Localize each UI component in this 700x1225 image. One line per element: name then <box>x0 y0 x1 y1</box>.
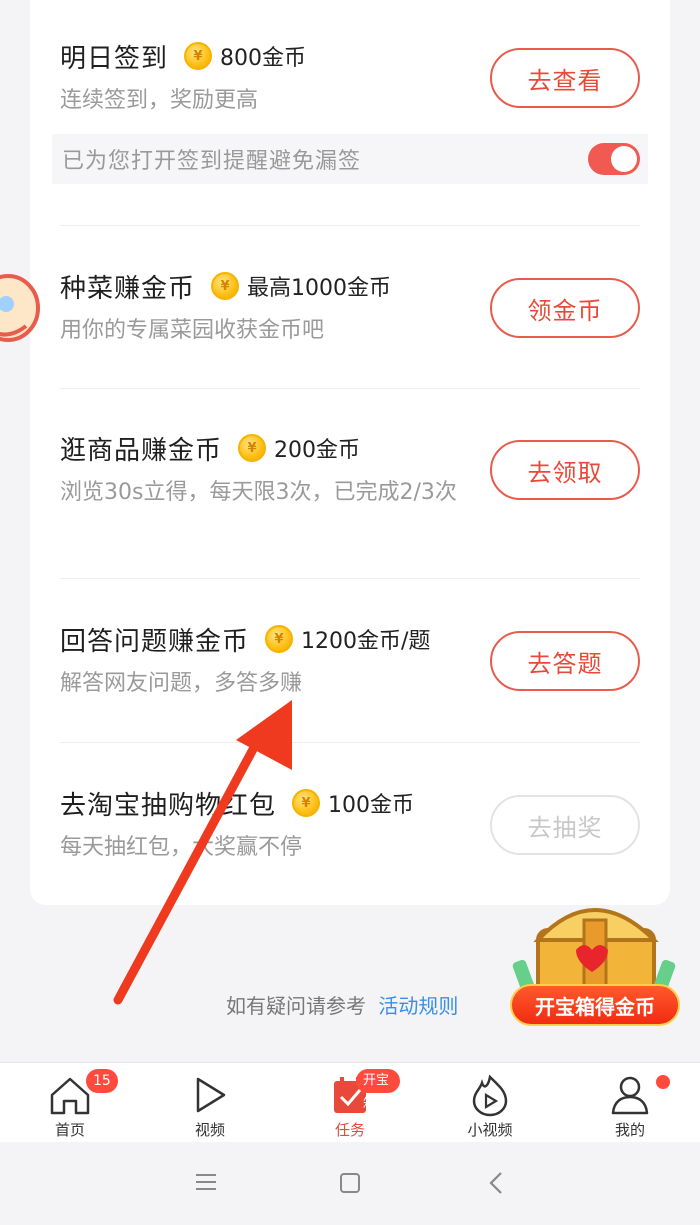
tab-label: 首页 <box>54 1121 85 1139</box>
sign-in-reminder: 已为您打开签到提醒避免漏签 <box>52 134 648 184</box>
task-reward: 1200金币/题 <box>301 629 431 654</box>
task-title: 回答问题赚金币 <box>60 626 250 657</box>
notification-badge: 15 <box>86 1069 118 1093</box>
treasure-label[interactable]: 开宝箱得金币 <box>510 984 680 1026</box>
task-item-farm: 种菜赚金币 ¥ 最高1000金币 用你的专属菜园收获金币吧 领金币 <box>60 266 640 356</box>
back-icon[interactable] <box>486 1170 506 1196</box>
side-mascot-icon[interactable] <box>0 268 40 348</box>
tab-label: 视频 <box>194 1121 225 1139</box>
tab-video[interactable]: 视频 <box>160 1063 260 1143</box>
task-title: 去淘宝抽购物红包 <box>60 790 277 821</box>
faq-text: 如有疑问请参考 <box>226 994 366 1018</box>
collect-button[interactable]: 去领取 <box>490 440 640 500</box>
divider <box>60 742 640 743</box>
task-reward: 100金币 <box>328 793 415 818</box>
task-item-browse: 逛商品赚金币 ¥ 200金币 浏览30s立得，每天限3次，已完成2/3次 去领取 <box>60 428 640 548</box>
task-title: 逛商品赚金币 <box>60 435 223 466</box>
lottery-button[interactable]: 去抽奖 <box>490 795 640 855</box>
task-item-answer: 回答问题赚金币 ¥ 1200金币/题 解答网友问题，多答多赚 去答题 <box>60 619 640 709</box>
task-desc: 浏览30s立得，每天限3次，已完成2/3次 <box>60 480 457 505</box>
task-reward: 200金币 <box>274 438 361 463</box>
task-item-lottery: 去淘宝抽购物红包 ¥ 100金币 每天抽红包，大奖赢不停 去抽奖 <box>60 783 640 873</box>
coin-icon: ¥ <box>238 434 267 462</box>
home-square-icon[interactable] <box>338 1172 362 1194</box>
profile-icon <box>611 1076 649 1115</box>
coin-icon: ¥ <box>184 42 213 70</box>
task-item-sign-in: 明日签到 ¥ 800金币 连续签到，奖励更高 去查看 <box>60 36 640 126</box>
divider <box>60 578 640 579</box>
tab-label: 我的 <box>614 1121 645 1139</box>
tab-label: 任务 <box>334 1121 365 1139</box>
task-title: 明日签到 <box>60 43 169 74</box>
task-title: 种菜赚金币 <box>60 273 196 304</box>
reminder-text: 已为您打开签到提醒避免漏签 <box>62 149 362 174</box>
faq-line: 如有疑问请参考 活动规则 <box>226 990 458 1019</box>
coin-icon: ¥ <box>265 625 294 653</box>
coin-icon: ¥ <box>211 272 240 300</box>
reminder-toggle[interactable] <box>588 143 640 175</box>
answer-button[interactable]: 去答题 <box>490 631 640 691</box>
system-nav-bar <box>0 1142 700 1225</box>
view-button[interactable]: 去查看 <box>490 48 640 108</box>
flame-play-icon <box>472 1074 508 1117</box>
bottom-tab-bar: 首页 15 视频 任务 开宝箱 小视频 我的 <box>0 1062 700 1142</box>
task-reward: 最高1000金币 <box>247 276 392 301</box>
unread-dot <box>656 1075 670 1089</box>
rules-link[interactable]: 活动规则 <box>378 994 458 1018</box>
tab-label: 小视频 <box>467 1121 513 1139</box>
divider <box>60 225 640 226</box>
tab-profile[interactable]: 我的 <box>580 1063 680 1143</box>
divider <box>60 388 640 389</box>
coin-icon: ¥ <box>292 789 321 817</box>
menu-icon[interactable] <box>194 1172 218 1192</box>
claim-coins-button[interactable]: 领金币 <box>490 278 640 338</box>
task-reward: 800金币 <box>220 46 307 71</box>
treasure-badge: 开宝箱 <box>356 1069 400 1112</box>
play-icon <box>196 1077 226 1113</box>
tab-tasks[interactable]: 任务 开宝箱 <box>300 1063 400 1143</box>
tab-home[interactable]: 首页 15 <box>20 1063 120 1143</box>
tab-short-video[interactable]: 小视频 <box>440 1063 540 1143</box>
